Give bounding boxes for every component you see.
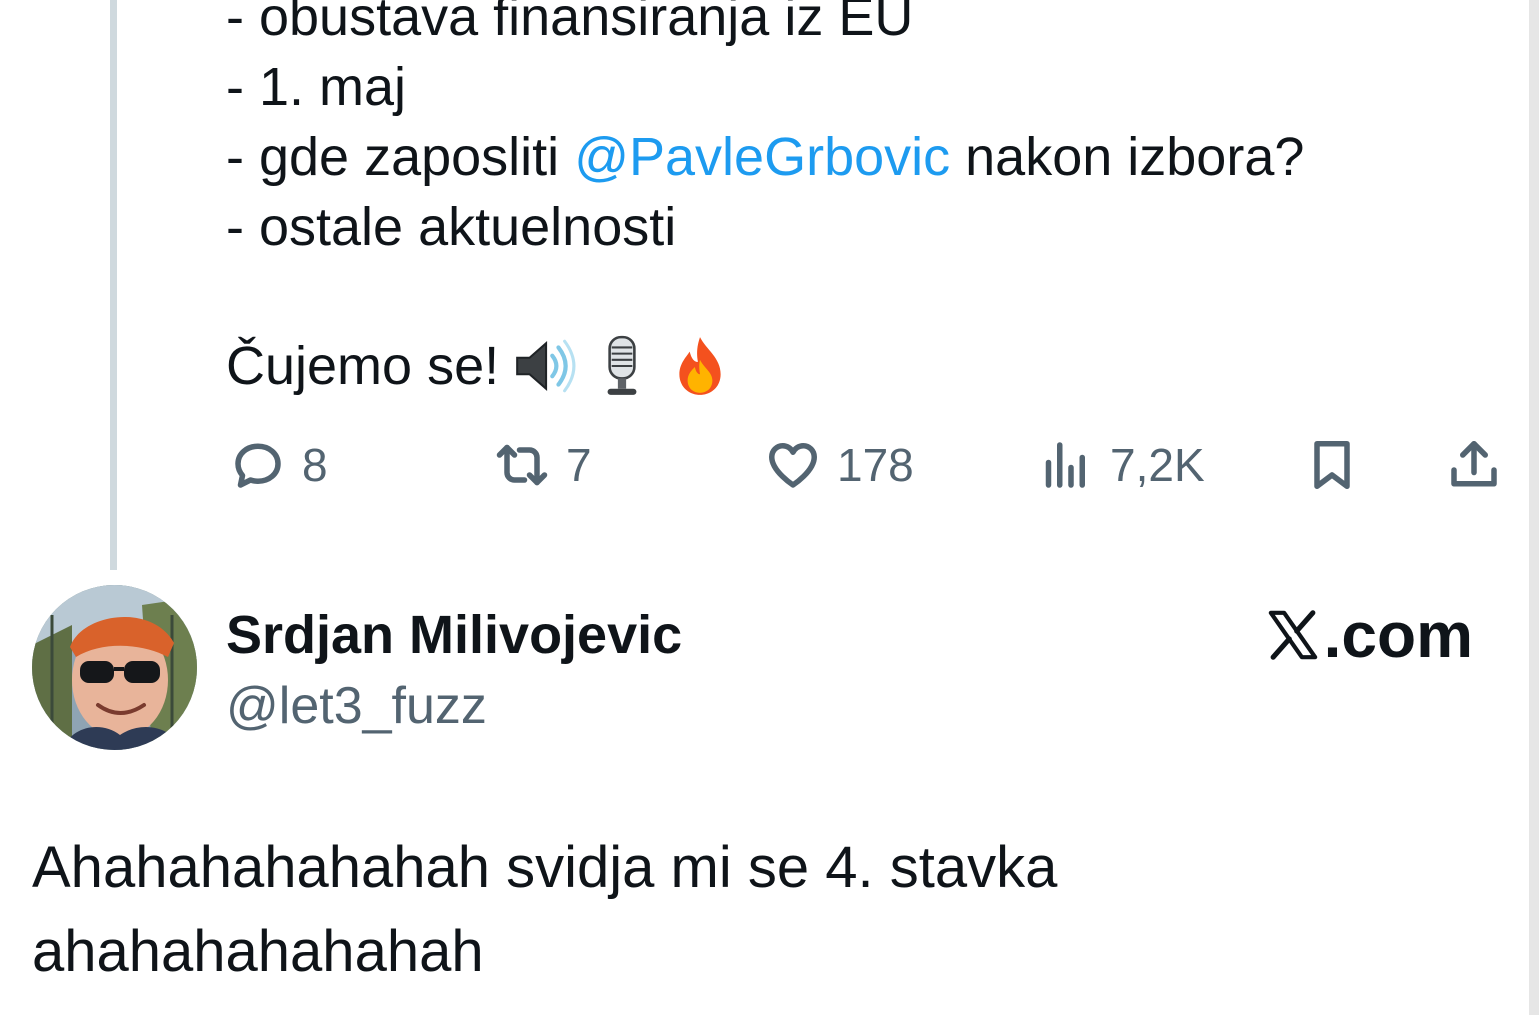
retweet-count: 7 [566, 439, 592, 491]
reply-icon [235, 443, 281, 488]
avatar-photo [32, 585, 197, 750]
author-handle[interactable]: @let3_fuzz [226, 674, 487, 738]
mention-link[interactable]: @PavleGrbovic [574, 127, 950, 187]
views-count: 7,2K [1110, 439, 1205, 491]
tweet-screenshot: - obustava finansiranja iz EU - 1. maj -… [0, 0, 1539, 1015]
reply-tweet-text: Ahahahahahahah svidja mi se 4. stavka ah… [32, 835, 1058, 984]
like-button[interactable]: 178 [763, 430, 914, 500]
brand-domain: .com [1323, 599, 1473, 671]
share-icon [1451, 441, 1497, 487]
bookmark-button[interactable] [1302, 430, 1362, 500]
microphone-icon [607, 335, 637, 395]
share-button[interactable] [1444, 430, 1504, 500]
reply-count: 8 [302, 439, 328, 491]
author-name[interactable]: Srdjan Milivojevic [226, 603, 682, 667]
x-logo-icon [1268, 610, 1317, 660]
quoted-line-3: - gde zaposliti @PavleGrbovic nakon izbo… [226, 122, 1304, 192]
avatar[interactable] [32, 585, 197, 750]
like-count: 178 [837, 439, 914, 491]
quoted-line-2: - 1. maj [226, 57, 407, 117]
speaker-icon [516, 339, 576, 393]
screen-edge [1529, 0, 1539, 1015]
quoted-line-3-prefix: - gde zaposliti [226, 127, 575, 187]
reply-button[interactable]: 8 [228, 430, 328, 500]
views-button[interactable]: 7,2K [1036, 430, 1205, 500]
bookmark-icon [1314, 441, 1350, 489]
quoted-line-3-suffix: nakon izbora? [950, 127, 1305, 187]
retweet-button[interactable]: 7 [492, 430, 592, 500]
views-icon [1045, 442, 1085, 488]
fire-icon [679, 337, 721, 395]
tweet-actions-bar: 8 7 178 7,2K [0, 430, 1539, 500]
closing-text: Čujemo se! [226, 336, 500, 396]
retweet-icon [496, 444, 548, 486]
heart-icon [769, 443, 817, 488]
quoted-closing-line: Čujemo se! [226, 330, 733, 402]
quoted-tweet-text: - obustava finansiranja iz EU - 1. maj -… [226, 0, 1304, 262]
x-brand-logo: .com [1264, 599, 1473, 671]
quoted-line-4: - ostale aktuelnosti [226, 197, 677, 257]
quoted-line-1: - obustava finansiranja iz EU [226, 0, 914, 47]
